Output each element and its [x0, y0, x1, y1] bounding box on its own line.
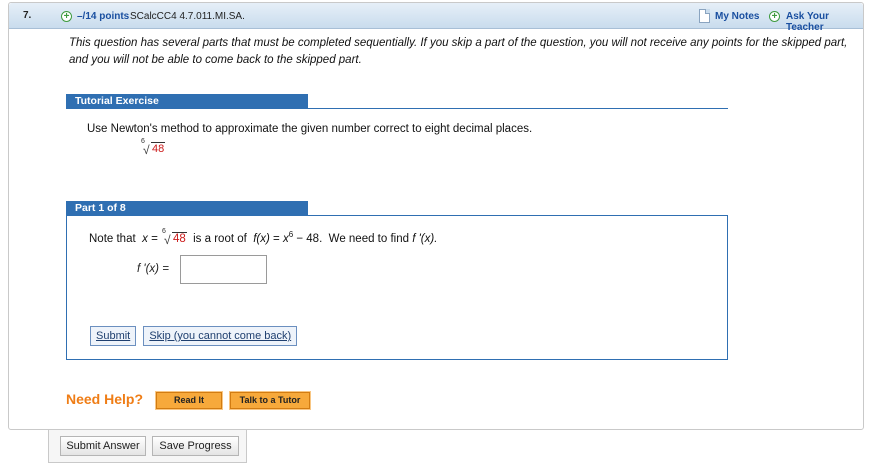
- plus-icon[interactable]: +: [769, 11, 780, 22]
- question-header: 7. + –/14 points SCalcCC4 4.7.011.MI.SA.…: [9, 3, 863, 33]
- talk-to-tutor-button[interactable]: Talk to a Tutor: [229, 391, 311, 410]
- my-notes-link[interactable]: My Notes: [715, 11, 759, 22]
- equals: =: [273, 233, 280, 245]
- fprime-target: f '(x).: [412, 233, 438, 245]
- skip-button[interactable]: Skip (you cannot come back): [143, 326, 298, 346]
- constant: 48.: [306, 233, 323, 245]
- sequential-notice: This question has several parts that mus…: [69, 37, 848, 66]
- divider: [66, 108, 728, 109]
- tutorial-prompt: Use Newton's method to approximate the g…: [87, 123, 533, 135]
- assignment-code: SCalcCC4 4.7.011.MI.SA.: [130, 11, 245, 22]
- radical-sign: √: [163, 233, 171, 247]
- is-root-of: is a root of: [193, 233, 247, 245]
- plus-icon[interactable]: +: [61, 11, 72, 22]
- save-progress-button[interactable]: Save Progress: [152, 436, 239, 456]
- part-title: Part 1 of 8: [66, 201, 308, 216]
- ask-teacher-link[interactable]: Ask Your Teacher: [786, 11, 863, 33]
- submit-answer-button[interactable]: Submit Answer: [60, 436, 146, 456]
- question-number: 7.: [23, 10, 32, 21]
- root-value: 48: [151, 142, 166, 155]
- note-prefix: Note that: [89, 233, 136, 245]
- x-equals: x =: [142, 233, 158, 245]
- root-value: 48: [171, 232, 187, 245]
- answer-footer: Submit Answer Save Progress: [48, 430, 247, 463]
- need-find: We need to find: [328, 233, 410, 245]
- notes-icon[interactable]: [699, 9, 710, 23]
- fprime-answer-input[interactable]: [180, 255, 267, 284]
- part-statement: Note that x = 6 √ 48 is a root of f(x) =…: [89, 228, 438, 247]
- exponent: 6: [288, 230, 294, 239]
- radical-sign: √: [143, 143, 150, 157]
- points-link[interactable]: –/14 points: [77, 11, 129, 22]
- minus-sign: −: [296, 233, 304, 245]
- submit-button[interactable]: Submit: [90, 326, 137, 346]
- part-buttons: Submit Skip (you cannot come back): [90, 326, 301, 346]
- tutorial-title: Tutorial Exercise: [66, 94, 308, 109]
- radical: 6 √ 48: [162, 228, 187, 247]
- read-it-button[interactable]: Read It: [155, 391, 223, 410]
- sixth-root-expression: 6 √ 48: [140, 138, 166, 157]
- need-help-label: Need Help?: [66, 391, 144, 407]
- part-panel: Note that x = 6 √ 48 is a root of f(x) =…: [66, 215, 728, 360]
- fx-label: f(x): [253, 233, 270, 245]
- fprime-input-label: f '(x) =: [137, 263, 169, 275]
- radical: 6 √ 48: [141, 138, 166, 157]
